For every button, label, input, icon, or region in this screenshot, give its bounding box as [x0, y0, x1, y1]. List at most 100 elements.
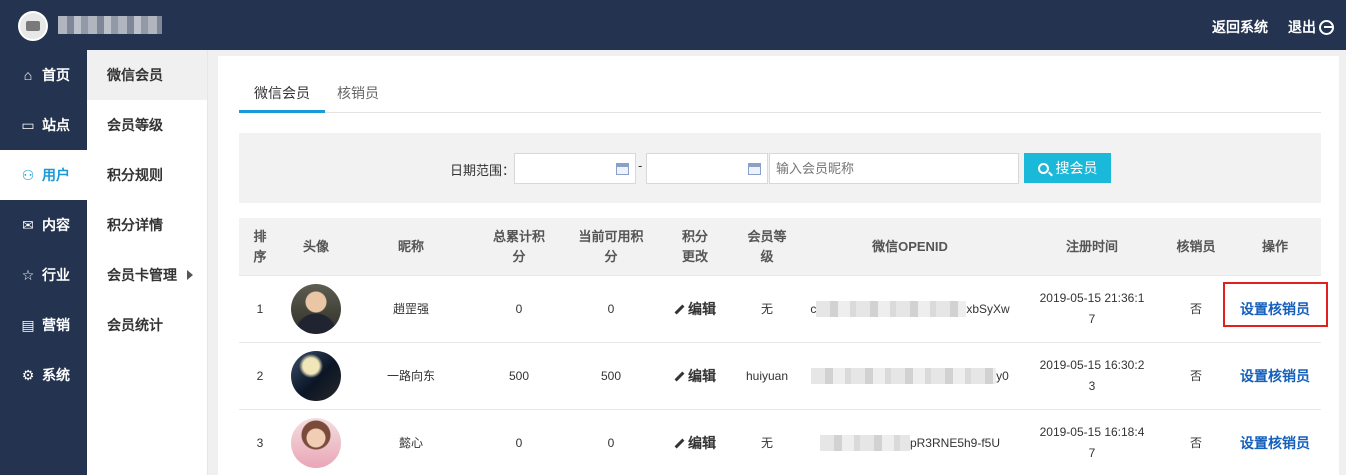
- caret-right-icon: [187, 270, 193, 280]
- openid-suffix: y0: [996, 368, 1009, 383]
- date-separator: -: [638, 158, 643, 173]
- cell-edit: 编辑: [655, 410, 735, 475]
- nav-item-4[interactable]: ☆ 行业: [0, 250, 87, 300]
- nav-item-5[interactable]: ▤ 营销: [0, 300, 87, 350]
- subnav-item-points-rules[interactable]: 积分规则: [87, 150, 207, 200]
- logout-label: 退出: [1288, 19, 1316, 35]
- table-body: 1 趙罡强 0 0 编辑无 c xbSyXw 2019-05-15 21:36:17 否设置核销…: [239, 275, 1328, 475]
- cell-avatar: [281, 410, 351, 475]
- logout-link[interactable]: 退出: [1288, 17, 1334, 37]
- nav-item-6[interactable]: ⚙ 系统: [0, 350, 87, 400]
- nav-item-0[interactable]: ⌂ 首页: [0, 50, 87, 100]
- table-header: 排序 头像 昵称 总累计积分 当前可用积分 积分更改 会员等级 微信OPENID…: [239, 218, 1321, 275]
- subnav-item-points-details[interactable]: 积分详情: [87, 200, 207, 250]
- cell-nickname: 一路向东: [386, 368, 435, 383]
- cell-action: 设置核销员: [1229, 343, 1321, 409]
- user-icon: ⚇: [21, 166, 35, 183]
- search-panel: 日期范围： - 搜会员: [239, 133, 1321, 203]
- nav-item-3[interactable]: ✉ 内容: [0, 200, 87, 250]
- cell-current-points: 0: [607, 435, 615, 450]
- col-header-total-points: 总累计积分: [492, 228, 545, 264]
- subnav-item-member-levels[interactable]: 会员等级: [87, 100, 207, 150]
- col-header-actions: 操作: [1261, 238, 1288, 254]
- pencil-icon: [674, 371, 685, 381]
- cell-index: 2: [256, 368, 264, 383]
- nickname-search-input[interactable]: [769, 153, 1019, 184]
- col-header-register-time: 注册时间: [1065, 238, 1118, 254]
- openid-suffix: pR3RNE5h9-f5U: [909, 435, 1001, 450]
- top-bar: 返回系统 退出: [0, 0, 1346, 50]
- cell-openid: y0: [799, 343, 1021, 409]
- logo: [18, 11, 48, 41]
- cell-index: 3: [256, 435, 264, 450]
- openid-redacted: [819, 435, 910, 451]
- subnav-item-member-cards[interactable]: 会员卡管理: [87, 250, 207, 300]
- cell-current-points: 0: [607, 301, 615, 316]
- cell-nickname: 趙罡强: [392, 301, 429, 316]
- back-to-system-link[interactable]: 返回系统: [1212, 17, 1268, 37]
- nav-item-2[interactable]: ⚇ 用户: [0, 150, 87, 200]
- star-icon: ☆: [21, 266, 35, 283]
- cell-verifier: 否: [1189, 301, 1202, 316]
- start-date-input[interactable]: [514, 153, 636, 184]
- calendar-icon[interactable]: [748, 163, 761, 175]
- avatar: [291, 418, 341, 468]
- end-date-input[interactable]: [646, 153, 768, 184]
- cell-avatar: [281, 343, 351, 409]
- members-table: 排序 头像 昵称 总累计积分 当前可用积分 积分更改 会员等级 微信OPENID…: [239, 218, 1328, 475]
- tab-bar: 微信会员 核销员: [239, 80, 1321, 113]
- edit-points-button[interactable]: 编辑: [674, 366, 716, 387]
- search-button-label: 搜会员: [1055, 160, 1098, 176]
- col-header-verifier: 核销员: [1176, 238, 1216, 254]
- col-header-current-points: 当前可用积分: [578, 228, 644, 264]
- nav-label: 用户: [42, 167, 70, 183]
- subnav-item-wechat-members[interactable]: 微信会员: [87, 50, 207, 100]
- pencil-icon: [674, 304, 685, 314]
- side-nav: ⌂ 首页 ▭ 站点 ⚇ 用户 ✉ 内容 ☆ 行业 ▤ 营销 ⚙ 系统: [0, 50, 87, 475]
- cell-nickname: 懿心: [398, 435, 423, 450]
- nav-label: 行业: [42, 267, 70, 283]
- tab-verifiers[interactable]: 核销员: [337, 80, 387, 113]
- main-panel: 微信会员 核销员 日期范围： - 搜会员 排序 头像 昵称 总累计积分 当前可用…: [218, 56, 1339, 475]
- monitor-icon: ▭: [21, 116, 35, 133]
- nav-item-1[interactable]: ▭ 站点: [0, 100, 87, 150]
- calendar-icon: ▤: [21, 316, 35, 333]
- cell-avatar: [281, 276, 351, 342]
- col-header-nickname: 昵称: [397, 238, 424, 254]
- cell-level: huiyuan: [745, 368, 789, 383]
- cell-total-points: 0: [515, 301, 523, 316]
- gear-icon: ⚙: [21, 366, 35, 383]
- col-header-member-level: 会员等级: [747, 228, 787, 264]
- cell-index: 1: [256, 301, 264, 316]
- set-verifier-link[interactable]: 设置核销员: [1240, 433, 1310, 454]
- cell-verifier: 否: [1189, 368, 1202, 383]
- col-header-points-change: 积分更改: [681, 228, 708, 264]
- subnav-label: 会员卡管理: [107, 267, 177, 283]
- edit-points-button[interactable]: 编辑: [674, 433, 716, 454]
- nav-label: 营销: [42, 317, 70, 333]
- calendar-icon[interactable]: [616, 163, 629, 175]
- highlight-box: [1223, 282, 1328, 327]
- cell-register-time: 2019-05-15 21:36:17: [1039, 291, 1145, 326]
- home-icon: ⌂: [23, 67, 33, 83]
- edit-label: 编辑: [688, 300, 716, 317]
- cell-edit: 编辑: [655, 343, 735, 409]
- openid-suffix: xbSyXw: [966, 301, 1010, 316]
- cell-verifier: 否: [1189, 435, 1202, 450]
- cell-current-points: 500: [600, 368, 622, 383]
- nav-label: 系统: [42, 367, 70, 383]
- search-members-button[interactable]: 搜会员: [1024, 153, 1111, 183]
- nav-label: 内容: [42, 217, 70, 233]
- subnav-item-member-stats[interactable]: 会员统计: [87, 300, 207, 350]
- table-row: 2 一路向东 500 500 编辑 huiyuan y0 2019-05-15 16:30:2…: [239, 342, 1321, 409]
- search-icon: [1037, 162, 1049, 174]
- cell-action: 设置核销员: [1229, 410, 1321, 475]
- tab-wechat-members[interactable]: 微信会员: [239, 80, 325, 113]
- set-verifier-link[interactable]: 设置核销员: [1240, 366, 1310, 387]
- table-row: 3 懿心 0 0 编辑 无 pR3RNE5h9-f5U 2019-05-15 16:18:47…: [239, 409, 1321, 475]
- table-row: 1 趙罡强 0 0 编辑无 c xbSyXw 2019-05-15 21:36:17 否设置核销…: [239, 275, 1328, 342]
- cell-openid: pR3RNE5h9-f5U: [799, 410, 1021, 475]
- avatar: [291, 351, 341, 401]
- cell-level: 无: [760, 301, 773, 316]
- edit-points-button[interactable]: 编辑: [674, 299, 716, 320]
